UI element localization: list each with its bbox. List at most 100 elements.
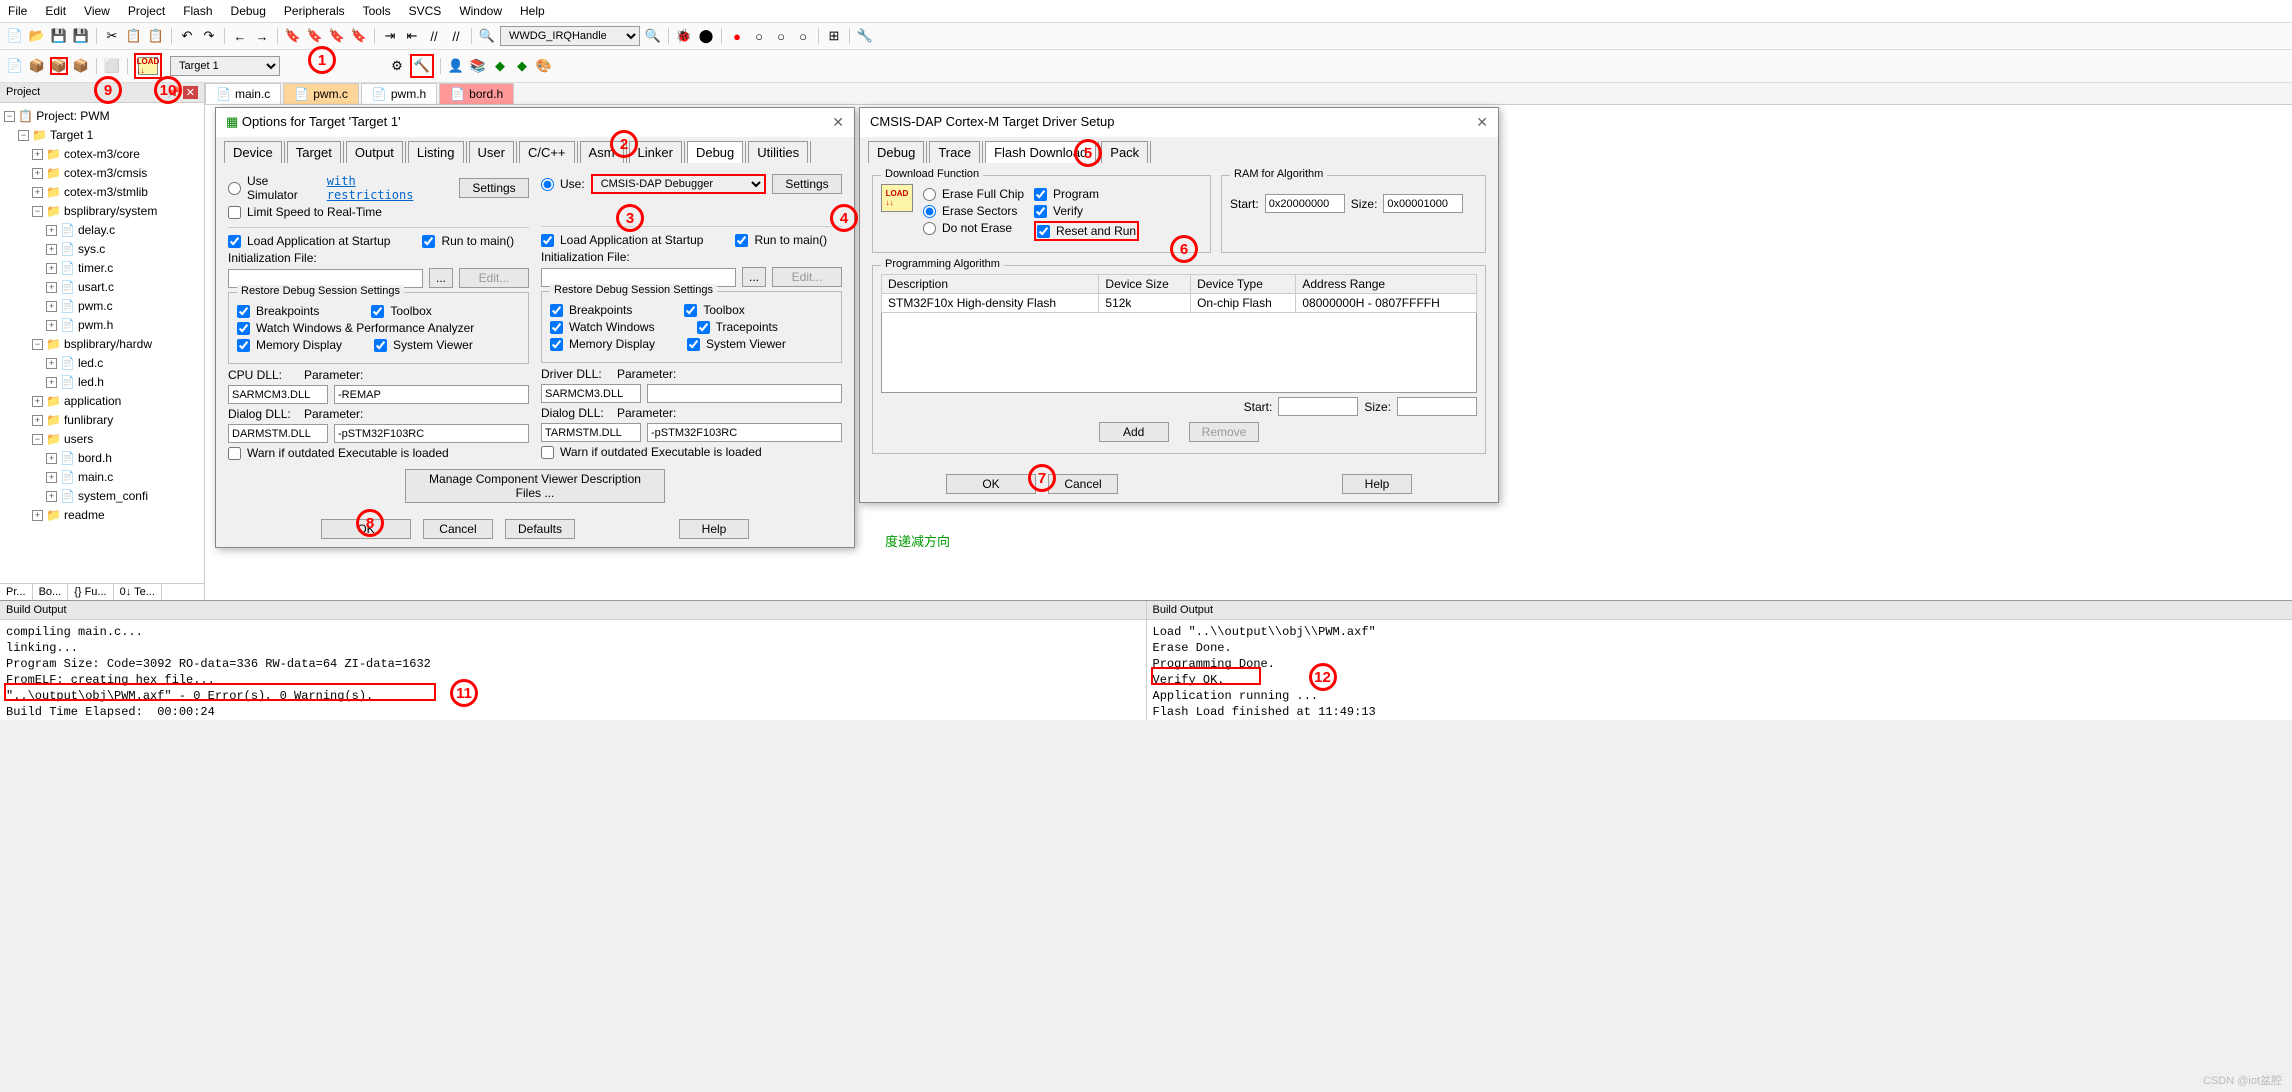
table-cell[interactable]: On-chip Flash xyxy=(1191,294,1296,313)
dialog-param-input-r[interactable] xyxy=(647,423,842,442)
erase-full-radio[interactable] xyxy=(923,188,936,201)
cancel-button[interactable]: Cancel xyxy=(1048,474,1118,494)
algo-start-input[interactable] xyxy=(1278,397,1358,416)
use-debugger-radio[interactable] xyxy=(541,178,554,191)
ram-size-input[interactable] xyxy=(1383,194,1463,213)
menu-flash[interactable]: Flash xyxy=(183,4,212,18)
edit-button-r[interactable]: Edit... xyxy=(772,267,842,287)
tree-root[interactable]: −📋 Project: PWM xyxy=(2,107,202,126)
tab-user[interactable]: User xyxy=(469,141,514,163)
toolbox-check-l[interactable] xyxy=(371,305,384,318)
paste-icon[interactable]: 📋 xyxy=(147,27,165,45)
menu-tools[interactable]: Tools xyxy=(363,4,391,18)
tree-file[interactable]: +📄 pwm.h xyxy=(2,316,202,335)
menu-window[interactable]: Window xyxy=(459,4,502,18)
trace-check-r[interactable] xyxy=(697,321,710,334)
sysviewer-check-r[interactable] xyxy=(687,338,700,351)
dialog-dll-input-r[interactable] xyxy=(541,423,641,442)
tree-file[interactable]: +📄 system_confi xyxy=(2,487,202,506)
ram-start-input[interactable] xyxy=(1265,194,1345,213)
tree-group[interactable]: +📁 application xyxy=(2,392,202,411)
table-cell[interactable]: 08000000H - 0807FFFFH xyxy=(1296,294,1477,313)
batch-build-icon[interactable]: 📦 xyxy=(72,57,90,75)
erase-sectors-radio[interactable] xyxy=(923,205,936,218)
file-tab-pwm.c[interactable]: 📄pwm.c xyxy=(283,83,359,104)
target-options-icon[interactable]: 🔨 xyxy=(413,57,431,75)
toolbox-check-r[interactable] xyxy=(684,304,697,317)
books-icon[interactable]: 📚 xyxy=(469,57,487,75)
warn-check-r[interactable] xyxy=(541,446,554,459)
menu-project[interactable]: Project xyxy=(128,4,165,18)
redo-icon[interactable]: ↷ xyxy=(200,27,218,45)
use-simulator-radio[interactable] xyxy=(228,182,241,195)
uncomment-icon[interactable]: // xyxy=(447,27,465,45)
tab-target[interactable]: Target xyxy=(287,141,341,163)
project-tabs[interactable]: Pr...Bo...{} Fu...0↓ Te... xyxy=(0,583,204,600)
limit-speed-check[interactable] xyxy=(228,206,241,219)
find-combo[interactable]: WWDG_IRQHandle xyxy=(500,26,640,46)
pack2-icon[interactable]: ◆ xyxy=(513,57,531,75)
close-icon[interactable]: ✕ xyxy=(832,114,844,131)
undo-icon[interactable]: ↶ xyxy=(178,27,196,45)
restrictions-link[interactable]: with restrictions xyxy=(327,174,447,202)
menu-svcs[interactable]: SVCS xyxy=(409,4,442,18)
load-app-check-r[interactable] xyxy=(541,234,554,247)
run-main-check-r[interactable] xyxy=(735,234,748,247)
output-body-left[interactable]: compiling main.c... linking... Program S… xyxy=(0,620,1146,720)
file-tab-bord.h[interactable]: 📄bord.h xyxy=(439,83,514,104)
watch-perf-check[interactable] xyxy=(237,322,250,335)
remove-button[interactable]: Remove xyxy=(1189,422,1260,442)
close-icon[interactable]: ✕ xyxy=(183,86,198,99)
cut-icon[interactable]: ✂ xyxy=(103,27,121,45)
tab-listing[interactable]: Listing xyxy=(408,141,464,163)
help-button[interactable]: Help xyxy=(679,519,749,539)
tree-file[interactable]: +📄 sys.c xyxy=(2,240,202,259)
debugger-settings-button[interactable]: Settings xyxy=(772,174,842,194)
comment-icon[interactable]: // xyxy=(425,27,443,45)
tree-file[interactable]: +📄 led.c xyxy=(2,354,202,373)
bookmark-clear-icon[interactable]: 🔖 xyxy=(350,27,368,45)
cpu-dll-input[interactable] xyxy=(228,385,328,404)
breakpoints-check-l[interactable] xyxy=(237,305,250,318)
project-tab[interactable]: 0↓ Te... xyxy=(114,584,162,600)
analyze2-icon[interactable]: ○ xyxy=(794,27,812,45)
tree-file[interactable]: +📄 pwm.c xyxy=(2,297,202,316)
stop-build-icon[interactable]: ⬜ xyxy=(103,57,121,75)
bookmark-next-icon[interactable]: 🔖 xyxy=(328,27,346,45)
run-main-check-l[interactable] xyxy=(422,235,435,248)
tab-utilities[interactable]: Utilities xyxy=(748,141,808,163)
menu-help[interactable]: Help xyxy=(520,4,545,18)
manage-button[interactable]: Manage Component Viewer Description File… xyxy=(405,469,665,503)
bookmark-prev-icon[interactable]: 🔖 xyxy=(306,27,324,45)
close-icon[interactable]: ✕ xyxy=(1476,114,1488,131)
rebuild-icon[interactable]: 📦 xyxy=(50,57,68,75)
components-icon[interactable]: 🎨 xyxy=(535,57,553,75)
menu-file[interactable]: File xyxy=(8,4,27,18)
tree-file[interactable]: +📄 usart.c xyxy=(2,278,202,297)
project-tab[interactable]: {} Fu... xyxy=(68,584,113,600)
options-icon[interactable]: ⚙ xyxy=(388,57,406,75)
tree-file[interactable]: +📄 main.c xyxy=(2,468,202,487)
pack-icon[interactable]: ◆ xyxy=(491,57,509,75)
file-tab-pwm.h[interactable]: 📄pwm.h xyxy=(361,83,437,104)
tree-file[interactable]: +📄 delay.c xyxy=(2,221,202,240)
translate-icon[interactable]: 📄 xyxy=(6,57,24,75)
project-tab[interactable]: Bo... xyxy=(33,584,69,600)
tree-file[interactable]: +📄 bord.h xyxy=(2,449,202,468)
menu-debug[interactable]: Debug xyxy=(231,4,266,18)
help-button[interactable]: Help xyxy=(1342,474,1412,494)
analyze-icon[interactable]: ○ xyxy=(772,27,790,45)
debugger-combo[interactable]: CMSIS-DAP Debugger xyxy=(591,174,766,194)
bookmark-icon[interactable]: 🔖 xyxy=(284,27,302,45)
breakpoints-check-r[interactable] xyxy=(550,304,563,317)
tab-device[interactable]: Device xyxy=(224,141,282,163)
config-icon[interactable]: 🔧 xyxy=(856,27,874,45)
new-icon[interactable]: 📄 xyxy=(6,27,24,45)
tab-c/c++[interactable]: C/C++ xyxy=(519,141,575,163)
cpu-param-input[interactable] xyxy=(334,385,529,404)
find-icon[interactable]: 🔍 xyxy=(478,27,496,45)
tree-group[interactable]: −📁 users xyxy=(2,430,202,449)
dialog-param-input-l[interactable] xyxy=(334,424,529,443)
driver-param-input[interactable] xyxy=(647,384,842,403)
outdent-icon[interactable]: ⇤ xyxy=(403,27,421,45)
